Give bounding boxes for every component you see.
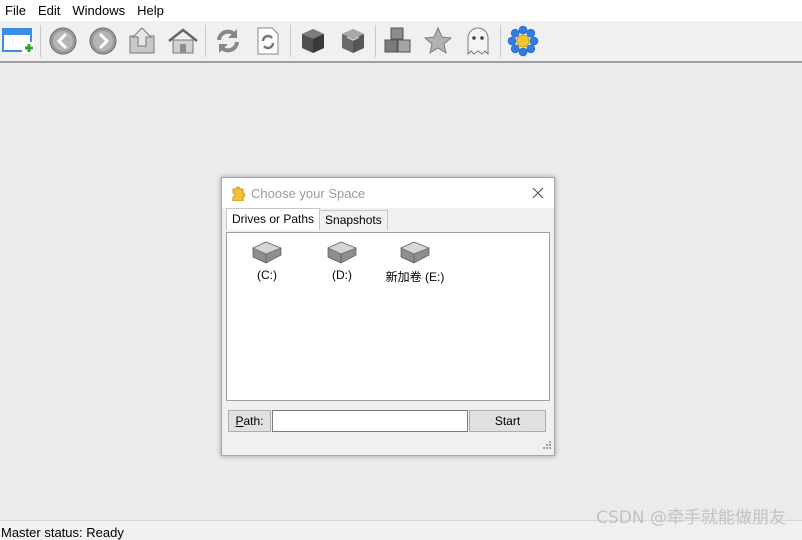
ghost-button[interactable] [460,23,496,59]
drive-item-e[interactable]: 新加卷 (E:) [375,239,455,285]
flower-icon [507,25,539,57]
up-folder-button[interactable] [125,23,161,59]
menu-edit[interactable]: Edit [32,0,66,21]
forward-button[interactable] [85,23,121,59]
puzzle-icon [231,185,245,201]
path-row: Path: Start [228,410,548,432]
drives-panel: (C:) (D:) 新加卷 (E:) [226,232,550,401]
cube-dark-button[interactable] [295,23,331,59]
start-button[interactable]: Start [469,410,546,432]
blocks-button[interactable] [380,23,416,59]
back-icon [49,27,77,55]
refresh-icon [217,29,239,53]
dialog-tabs: Drives or Paths Snapshots [226,208,388,230]
cube-dark-icon [302,29,324,53]
flower-button[interactable] [505,23,541,59]
toolbar-separator [205,25,206,57]
menu-file[interactable]: File [0,0,32,21]
tab-snapshots[interactable]: Snapshots [319,210,388,230]
new-window-button[interactable] [0,23,36,59]
home-button[interactable] [165,23,201,59]
refresh-document-button[interactable] [250,23,286,59]
hard-drive-icon [400,241,430,264]
cube-light-button[interactable] [335,23,371,59]
hard-drive-icon [252,241,282,264]
menu-bar: File Edit Windows Help [0,0,802,21]
forward-icon [89,27,117,55]
close-icon [532,187,544,199]
ghost-icon [467,27,489,56]
resize-grip-icon[interactable] [543,439,552,453]
star-button[interactable] [420,23,456,59]
back-button[interactable] [45,23,81,59]
tab-drives-or-paths[interactable]: Drives or Paths [226,208,321,230]
status-text: Master status: Ready [1,525,124,540]
path-label[interactable]: Path: [228,410,271,432]
blocks-icon [384,27,411,53]
star-icon [423,26,453,55]
menu-windows[interactable]: Windows [66,0,131,21]
toolbar-separator [290,25,291,57]
dialog-titlebar: Choose your Space [222,178,554,208]
menu-help[interactable]: Help [131,0,170,21]
dialog-title: Choose your Space [251,185,366,201]
drive-item-c[interactable]: (C:) [227,239,307,282]
refresh-button[interactable] [210,23,246,59]
home-icon [168,28,198,54]
choose-space-dialog: Choose your Space Drives or Paths Snapsh… [221,177,555,456]
toolbar [0,21,802,63]
toolbar-separator [500,25,501,57]
drive-label: (C:) [257,268,277,282]
cube-light-icon [342,29,364,53]
new-window-icon [2,28,34,54]
drive-label: 新加卷 (E:) [385,270,445,284]
watermark-text: CSDN @牵手就能做朋友 [596,508,786,528]
hard-drive-icon [327,241,357,264]
path-label-text: ath: [243,414,264,428]
up-folder-icon [129,27,155,54]
refresh-document-icon [257,27,279,55]
path-input[interactable] [272,410,468,432]
path-label-mnemonic: P [235,414,244,428]
toolbar-separator [375,25,376,57]
close-button[interactable] [528,183,548,203]
drive-label: (D:) [332,268,352,282]
toolbar-separator [40,25,41,57]
drive-item-d[interactable]: (D:) [302,239,382,282]
